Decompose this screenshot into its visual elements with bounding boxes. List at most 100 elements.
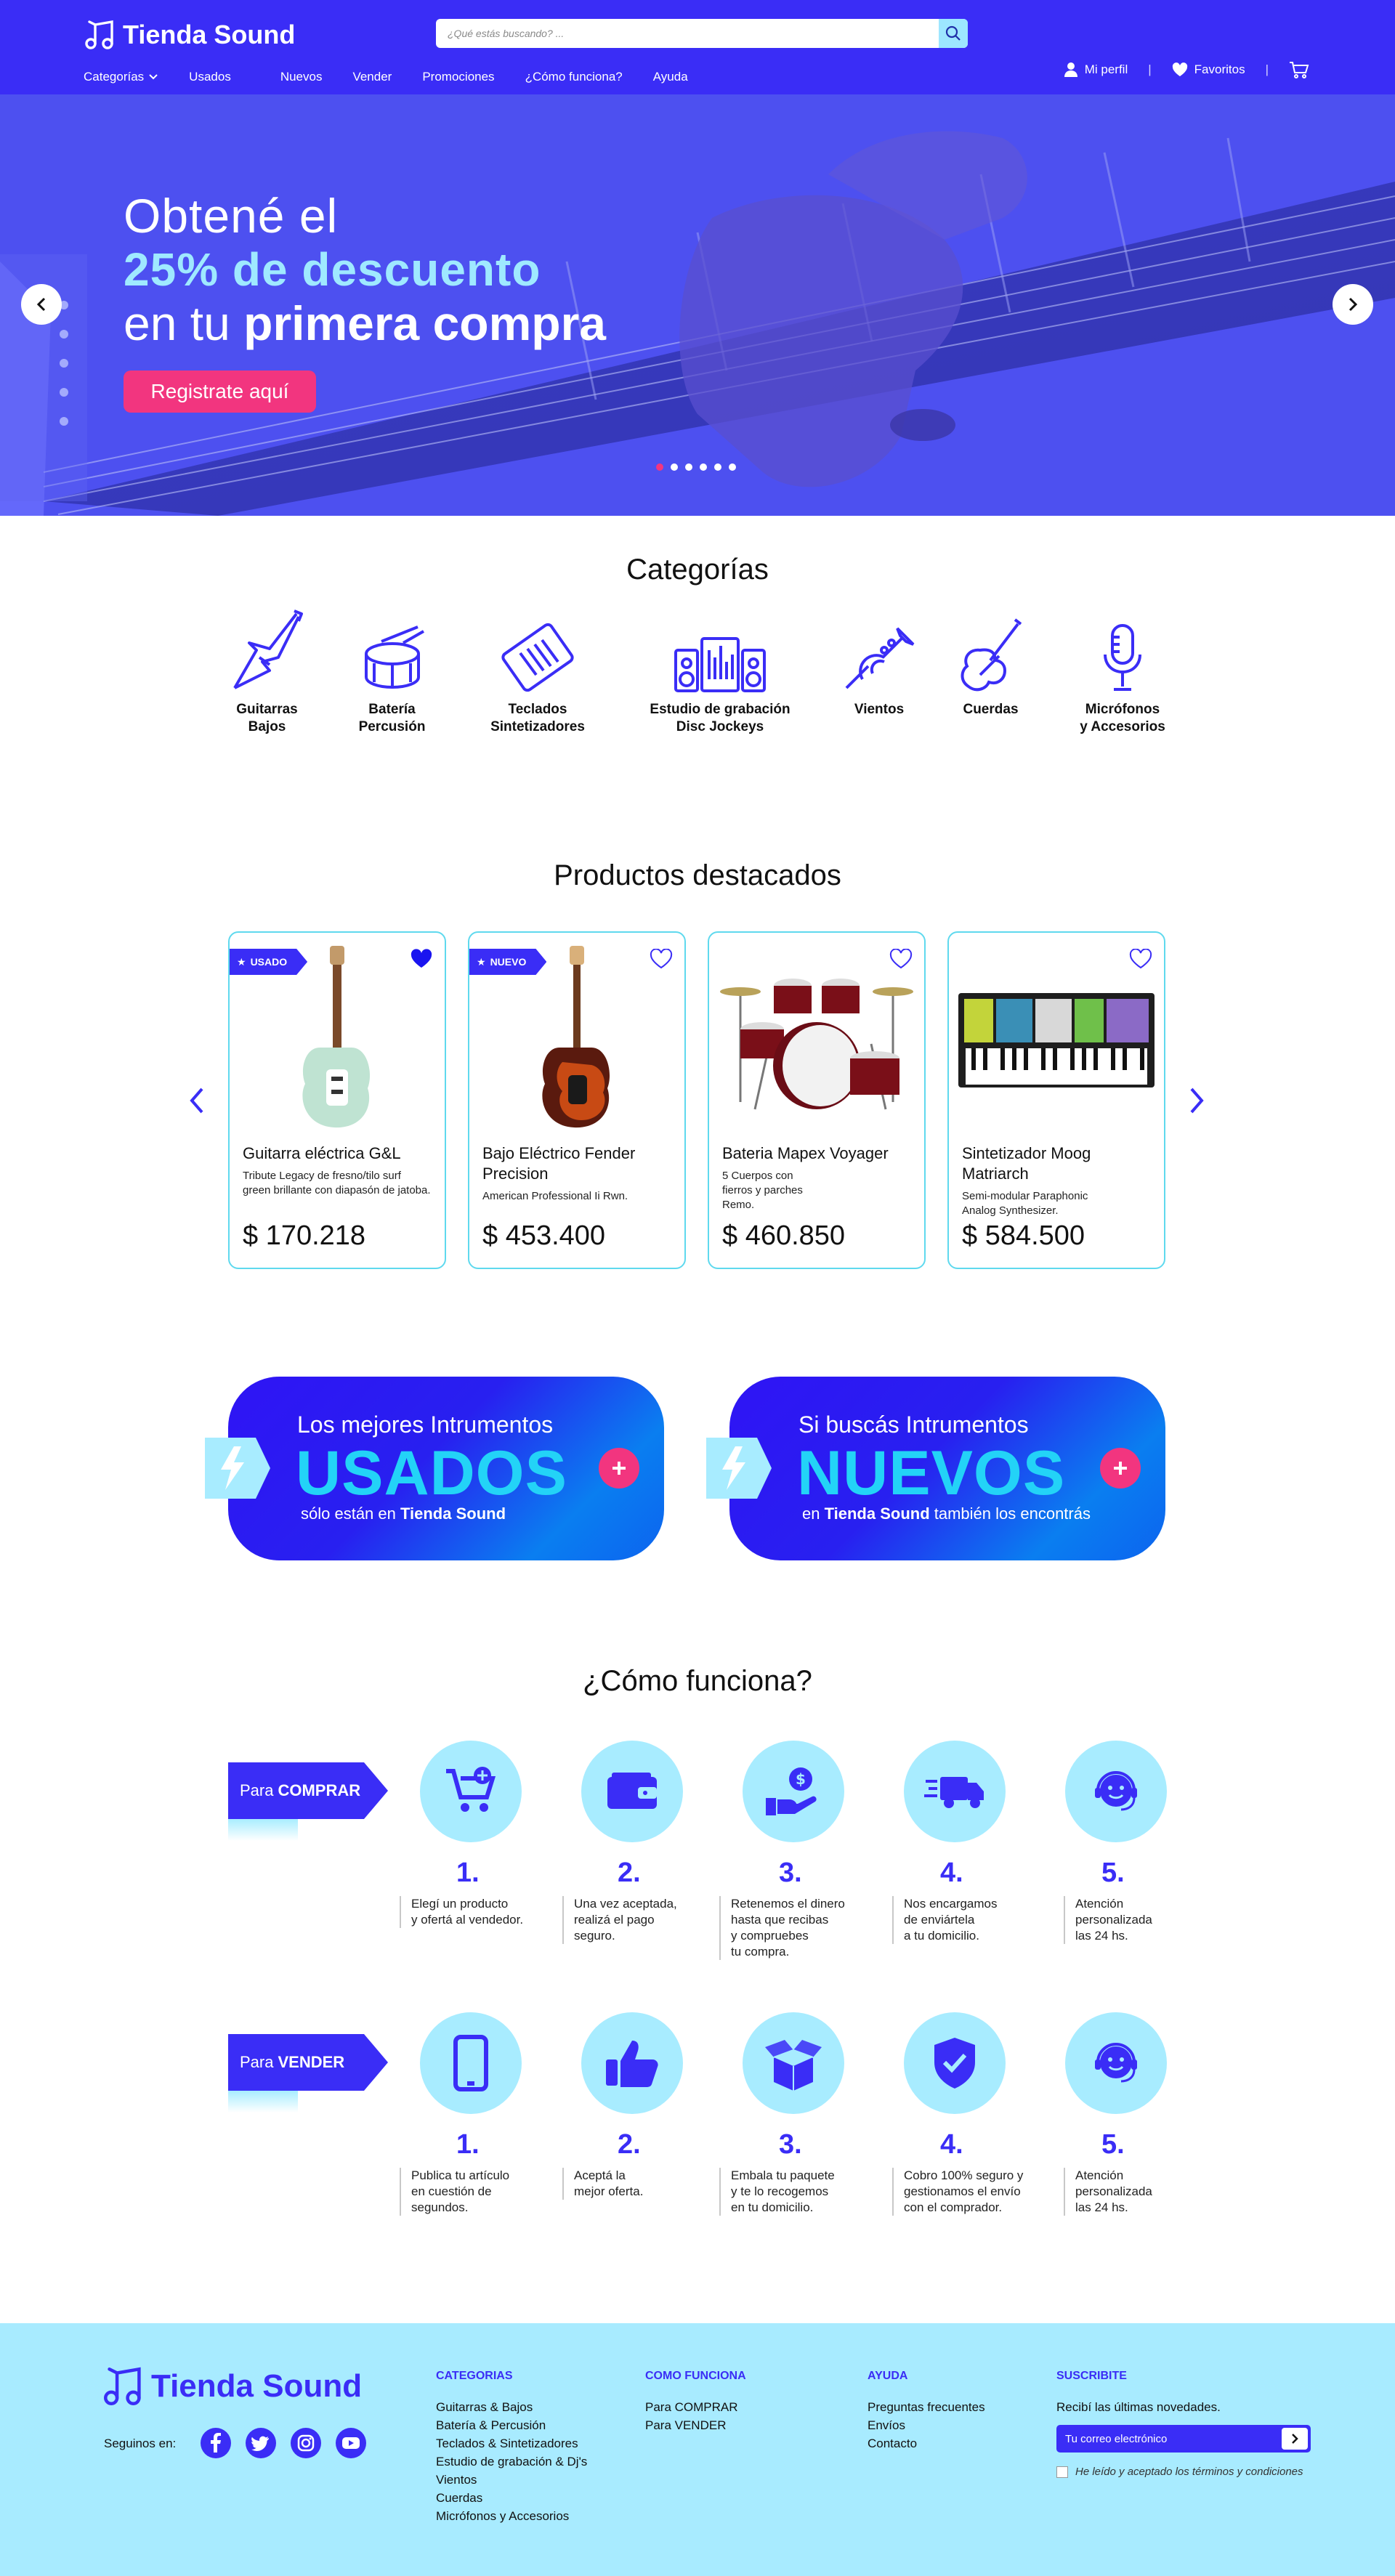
footer-link[interactable]: Para COMPRAR — [645, 2398, 746, 2416]
carousel-dot[interactable] — [700, 463, 707, 471]
category-label: Bajos — [248, 719, 286, 734]
footer-link[interactable]: Contacto — [868, 2434, 985, 2453]
footer-heading: SUSCRIBITE — [1056, 2370, 1127, 2382]
plus-button[interactable] — [1100, 1448, 1141, 1489]
footer-link[interactable]: Cuerdas — [436, 2489, 587, 2507]
product-card[interactable]: ★ USADO Guitarra eléctrica G&L Tribute Le… — [228, 931, 446, 1269]
category-guitarras[interactable]: Guitarras Bajos — [203, 603, 331, 736]
nav-ayuda[interactable]: Ayuda — [653, 70, 688, 84]
footer-col-como-funciona: COMO FUNCIONA Para COMPRAR Para VENDER — [645, 2367, 746, 2434]
terms-checkbox-row: He leído y aceptado los términos y condi… — [1056, 2466, 1303, 2478]
chevron-right-icon — [1348, 297, 1358, 312]
terms-checkbox[interactable] — [1056, 2466, 1068, 2478]
product-image — [709, 944, 924, 1136]
nav-como-funciona[interactable]: ¿Cómo funciona? — [525, 70, 623, 84]
footer-heading: AYUDA — [868, 2370, 908, 2382]
logo[interactable]: Tienda Sound — [84, 19, 295, 51]
footer-link[interactable]: Batería & Percusión — [436, 2416, 587, 2434]
promo-usados[interactable]: Los mejores Intrumentos USADOS sólo está… — [205, 1377, 664, 1560]
youtube-icon[interactable] — [336, 2428, 366, 2458]
product-name: Guitarra eléctrica G&L — [243, 1144, 401, 1162]
tag-bold: VENDER — [278, 2053, 345, 2071]
footer-col-ayuda: AYUDA Preguntas frecuentes Envíos Contac… — [868, 2367, 985, 2453]
carousel-dot[interactable] — [656, 463, 663, 471]
profile-link[interactable]: Mi perfil — [1064, 62, 1128, 78]
product-price: $ 453.400 — [482, 1220, 606, 1251]
product-card[interactable]: Bateria Mapex Voyager 5 Cuerpos con fier… — [708, 931, 926, 1269]
nav-label: Categorías — [84, 70, 145, 84]
heart-icon — [1172, 62, 1187, 76]
promo-big-text: USADOS — [296, 1438, 567, 1508]
category-microfonos[interactable]: Micrófonos y Accesorios — [1064, 603, 1181, 736]
step-text: Retenemos el dinero hasta que recibas y … — [719, 1896, 845, 1960]
footer-link[interactable]: Para VENDER — [645, 2416, 746, 2434]
category-estudio[interactable]: Estudio de grabación Disc Jockeys — [636, 603, 804, 736]
heart-filled-icon[interactable] — [410, 949, 433, 969]
badge-label: USADO — [250, 956, 288, 968]
nav-usados[interactable]: Usados — [189, 70, 231, 84]
heart-outline-icon[interactable] — [1129, 949, 1152, 969]
product-description: 5 Cuerpos con fierros y parches Remo. — [722, 1170, 803, 1211]
facebook-icon[interactable] — [201, 2428, 231, 2458]
category-vientos[interactable]: Vientos — [836, 603, 923, 718]
chevron-down-icon — [149, 74, 158, 80]
wallet-icon — [607, 1773, 657, 1809]
heart-outline-icon[interactable] — [889, 949, 913, 969]
hero-next-button[interactable] — [1333, 284, 1373, 325]
twitter-icon[interactable] — [246, 2428, 276, 2458]
step-number: 2. — [618, 1858, 641, 1888]
category-bateria[interactable]: Batería Percusión — [336, 603, 448, 736]
category-cuerdas[interactable]: Cuerdas — [949, 603, 1032, 718]
products-next-arrow[interactable] — [1189, 1086, 1206, 1115]
product-card[interactable]: Sintetizador Moog Matriarch Semi-modular… — [947, 931, 1165, 1269]
categories-title: Categorías — [626, 554, 769, 586]
heart-outline-icon[interactable] — [650, 949, 673, 969]
footer-link[interactable]: Guitarras & Bajos — [436, 2398, 587, 2416]
category-label: Percusión — [358, 719, 426, 734]
plus-button[interactable] — [599, 1448, 639, 1489]
product-price: $ 584.500 — [962, 1220, 1085, 1251]
product-name: Bajo Eléctrico Fender Precision — [482, 1144, 636, 1183]
footer-link[interactable]: Micrófonos y Accesorios — [436, 2507, 587, 2525]
nav-nuevos[interactable]: Nuevos — [280, 70, 323, 84]
carousel-dot[interactable] — [729, 463, 736, 471]
carousel-dot[interactable] — [671, 463, 678, 471]
footer-link[interactable]: Envíos — [868, 2416, 985, 2434]
nav-categorias[interactable]: Categorías — [84, 70, 158, 84]
search-button[interactable] — [939, 19, 968, 48]
hero-prev-button[interactable] — [21, 284, 62, 325]
register-button[interactable]: Registrate aquí — [124, 370, 316, 413]
products-prev-arrow[interactable] — [187, 1086, 205, 1115]
guitar-image — [302, 945, 371, 1127]
search-icon — [945, 25, 961, 41]
logo-text: Tienda Sound — [123, 20, 296, 49]
step-circle — [420, 1741, 522, 1842]
footer-link[interactable]: Teclados & Sintetizadores — [436, 2434, 587, 2453]
carousel-dot[interactable] — [685, 463, 692, 471]
smartphone-icon — [453, 2035, 488, 2091]
footer-link[interactable]: Estudio de grabación & Dj's — [436, 2453, 587, 2471]
category-teclados[interactable]: Teclados Sintetizadores — [465, 603, 610, 736]
main-nav: Categorías Usados Nuevos Vender Promocio… — [84, 70, 719, 84]
favorites-label: Favoritos — [1194, 62, 1245, 76]
footer-logo[interactable]: Tienda Sound — [102, 2365, 362, 2407]
promo-nuevos[interactable]: Si buscás Intrumentos NUEVOS en Tienda S… — [706, 1377, 1165, 1560]
delivery-truck-icon — [924, 1777, 984, 1808]
nav-promociones[interactable]: Promociones — [422, 70, 494, 84]
product-card[interactable]: ★ NUEVO Bajo Eléctrico Fender Precision A… — [468, 931, 686, 1269]
carousel-dot[interactable] — [714, 463, 721, 471]
nav-vender[interactable]: Vender — [352, 70, 392, 84]
step-circle — [420, 2012, 522, 2114]
cart-link[interactable] — [1289, 61, 1309, 78]
search-input[interactable] — [436, 19, 939, 48]
hero-line-3-bold: primera compra — [243, 296, 607, 350]
footer-link[interactable]: Vientos — [436, 2471, 587, 2489]
favorites-link[interactable]: Favoritos — [1172, 62, 1245, 77]
email-field[interactable] — [1056, 2425, 1282, 2453]
footer-heading: CATEGORIAS — [436, 2370, 513, 2382]
step-text: Publica tu artículo en cuestión de segun… — [400, 2168, 509, 2216]
footer-link[interactable]: Preguntas frecuentes — [868, 2398, 985, 2416]
tag-shadow — [228, 2091, 298, 2113]
instagram-icon[interactable] — [291, 2428, 321, 2458]
subscribe-button[interactable] — [1282, 2428, 1308, 2450]
